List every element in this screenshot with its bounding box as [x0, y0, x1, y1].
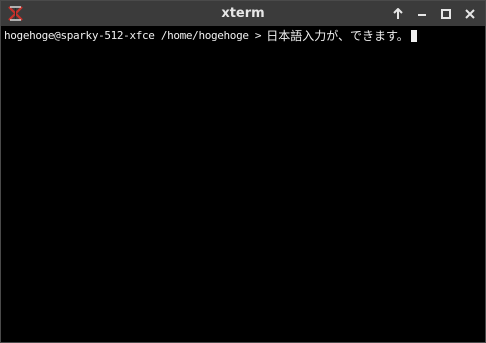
xterm-x-icon[interactable]	[7, 5, 24, 22]
minimize-icon	[418, 13, 426, 16]
title-bar[interactable]: xterm	[1, 1, 485, 26]
typed-input: 日本語入力が、できます。	[266, 29, 409, 43]
terminal-area[interactable]: hogehoge@sparky-512-xfce /home/hogehoge …	[1, 26, 485, 342]
close-button[interactable]	[461, 5, 479, 23]
arrow-up-icon	[393, 7, 403, 19]
shell-prompt: hogehoge@sparky-512-xfce /home/hogehoge …	[4, 29, 262, 42]
close-icon	[465, 8, 475, 19]
text-cursor	[410, 30, 417, 42]
xterm-window: xterm hogehoge@sparky-512-xfce /home/hog…	[0, 0, 486, 343]
maximize-button[interactable]	[437, 5, 455, 23]
window-controls	[389, 1, 479, 26]
maximize-icon	[441, 8, 451, 19]
terminal-line: hogehoge@sparky-512-xfce /home/hogehoge …	[4, 29, 417, 43]
keep-above-button[interactable]	[389, 5, 407, 23]
minimize-button[interactable]	[413, 5, 431, 23]
